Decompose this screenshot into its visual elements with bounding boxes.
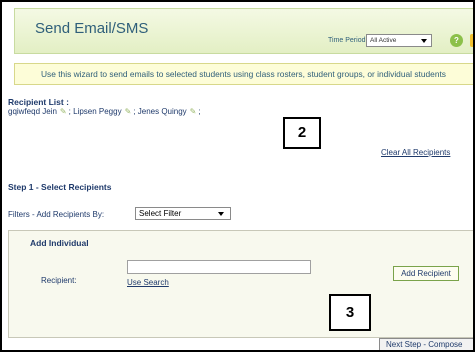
bookmark-icon[interactable] (470, 34, 473, 47)
recipient-list-label: Recipient List : (8, 97, 69, 107)
remove-recipient-icon[interactable]: ✎ (60, 107, 67, 116)
recipient-item: Lipsen Peggy ✎; (73, 107, 135, 116)
filter-select-value: Select Filter (139, 209, 182, 218)
time-period-select[interactable]: All Active (366, 34, 432, 47)
add-individual-title: Add Individual (30, 238, 89, 248)
recipient-separator: ; (198, 107, 201, 116)
recipient-field-label: Recipient: (41, 276, 77, 285)
remove-recipient-icon[interactable]: ✎ (190, 107, 197, 116)
time-period-label: Time Period: (328, 37, 368, 44)
recipient-separator: ; (68, 107, 71, 116)
screenshot-frame: Send Email/SMS Time Period: All Active ?… (0, 0, 475, 352)
filters-label: Filters - Add Recipients By: (8, 210, 105, 219)
help-icon[interactable]: ? (450, 34, 463, 47)
recipient-item: gqiwfeqd Jein ✎; (8, 107, 71, 116)
recipient-input[interactable] (127, 260, 311, 274)
use-search-link[interactable]: Use Search (127, 278, 169, 287)
callout-box-2: 2 (283, 117, 321, 149)
chevron-down-icon (218, 212, 224, 216)
recipient-separator: ; (133, 107, 136, 116)
recipient-item: Jenes Quingy ✎; (138, 107, 201, 116)
next-step-compose-button[interactable]: Next Step - Compose (379, 338, 473, 350)
wizard-info-banner: Use this wizard to send emails to select… (14, 63, 473, 85)
page-title: Send Email/SMS (35, 20, 149, 37)
chevron-down-icon (421, 39, 427, 43)
add-recipient-button[interactable]: Add Recipient (393, 266, 459, 281)
remove-recipient-icon[interactable]: ✎ (125, 107, 132, 116)
clear-all-recipients-link[interactable]: Clear All Recipients (381, 148, 450, 157)
recipient-name: Jenes Quingy (137, 107, 187, 116)
page-header: Send Email/SMS Time Period: All Active ? (14, 8, 473, 54)
time-period-value: All Active (370, 37, 397, 44)
filter-select[interactable]: Select Filter (135, 207, 231, 220)
callout-box-3: 3 (329, 294, 371, 331)
recipient-name: Lipsen Peggy (73, 107, 122, 116)
step1-title: Step 1 - Select Recipients (8, 182, 112, 192)
recipient-name: gqiwfeqd Jein (8, 107, 57, 116)
recipient-list: gqiwfeqd Jein ✎; Lipsen Peggy ✎; Jenes Qui… (8, 107, 201, 116)
